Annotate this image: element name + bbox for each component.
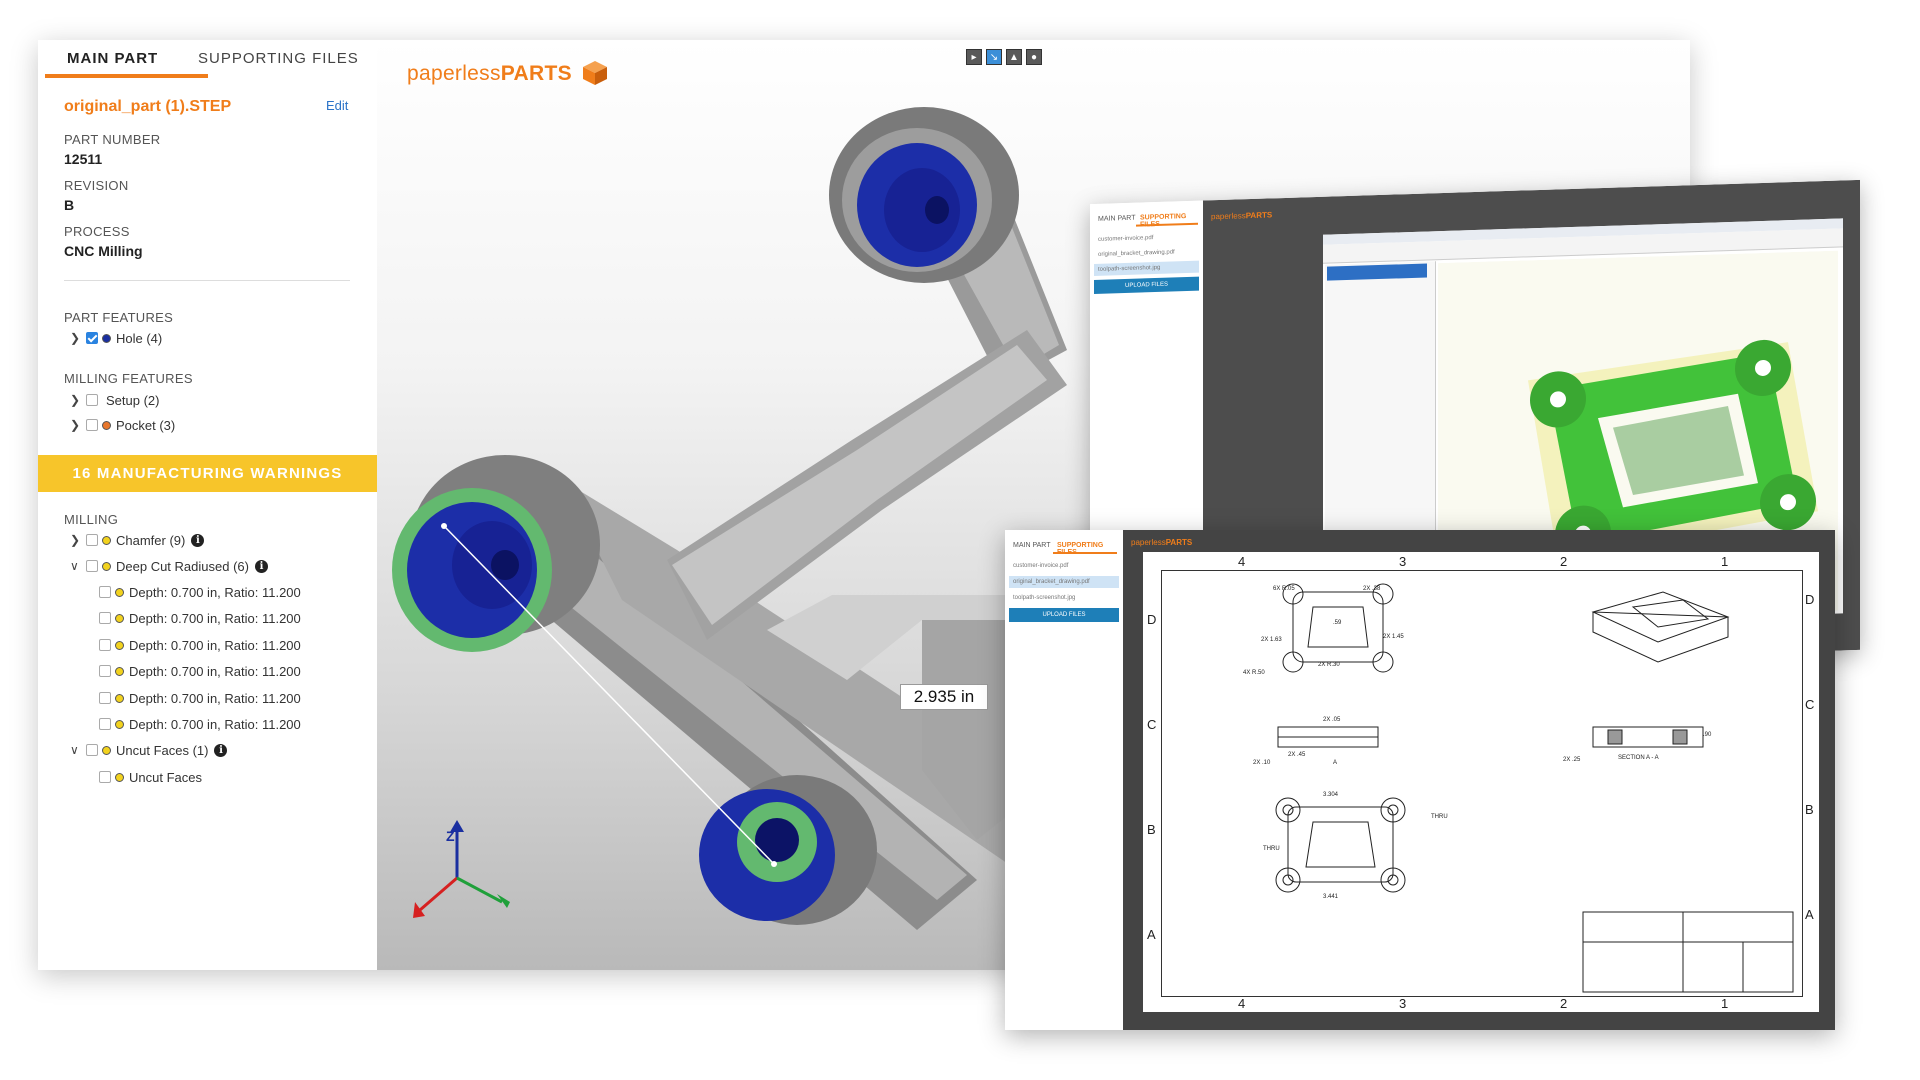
depth-row[interactable]: Depth: 0.700 in, Ratio: 11.200 <box>95 608 301 628</box>
cam-tab-main[interactable]: MAIN PART <box>1098 215 1135 223</box>
drawing-file-item[interactable]: toolpath-screenshot.jpg <box>1009 592 1119 604</box>
depth-color-dot <box>115 719 124 729</box>
pocket-checkbox[interactable] <box>86 419 98 431</box>
z-axis-label: Z <box>446 828 455 844</box>
depth-color-dot <box>115 587 124 597</box>
depth-checkbox[interactable] <box>99 639 111 651</box>
depth-label: Depth: 0.700 in, Ratio: 11.200 <box>129 716 301 732</box>
depth-label: Depth: 0.700 in, Ratio: 11.200 <box>129 610 301 626</box>
drawing-window: MAIN PART SUPPORTING FILES customer-invo… <box>1005 530 1835 1030</box>
part-number-value: 12511 <box>64 151 103 167</box>
uncut-child-row[interactable]: Uncut Faces <box>95 767 202 787</box>
depth-color-dot <box>115 613 124 623</box>
info-icon[interactable]: i <box>214 743 228 757</box>
uncut-checkbox[interactable] <box>86 744 98 756</box>
drawing-tab-main[interactable]: MAIN PART <box>1013 542 1050 549</box>
drawing-views <box>1275 583 1794 993</box>
revision-value: B <box>64 197 75 213</box>
tab-main-part[interactable]: MAIN PART <box>67 50 158 67</box>
depth-row[interactable]: Depth: 0.700 in, Ratio: 11.200 <box>95 688 301 708</box>
pocket-color-dot <box>102 420 111 430</box>
setup-label: Setup (2) <box>106 392 160 408</box>
divider <box>64 280 350 281</box>
deep-cut-label: Deep Cut Radiused (6) <box>116 558 249 574</box>
chamfer-label: Chamfer (9) <box>116 532 186 548</box>
uncut-child-label: Uncut Faces <box>129 769 202 785</box>
tab-bar: MAIN PART SUPPORTING FILES <box>38 40 377 78</box>
chamfer-checkbox[interactable] <box>86 534 98 546</box>
depth-label: Depth: 0.700 in, Ratio: 11.200 <box>129 663 301 679</box>
cam-file-item[interactable]: customer-invoice.pdf <box>1094 231 1199 246</box>
milling-features-label: MILLING FEATURES <box>64 371 193 386</box>
chevron-down-icon[interactable]: ∨ <box>70 559 82 573</box>
x-axis <box>419 876 458 912</box>
chevron-right-icon[interactable]: ❯ <box>70 331 82 345</box>
cam-file-item[interactable]: toolpath-screenshot.jpg <box>1094 260 1199 276</box>
chevron-right-icon[interactable]: ❯ <box>70 393 82 407</box>
depth-checkbox[interactable] <box>99 665 111 677</box>
uncut-child-checkbox[interactable] <box>99 771 111 783</box>
drawing-file-item[interactable]: customer-invoice.pdf <box>1009 560 1119 572</box>
process-label: PROCESS <box>64 224 130 239</box>
drawing-preview-frame: paperlessPARTS 4 3 2 1 4 3 2 1 D C B A D… <box>1123 530 1835 1030</box>
depth-row[interactable]: Depth: 0.700 in, Ratio: 11.200 <box>95 582 301 602</box>
chevron-right-icon[interactable]: ❯ <box>70 533 82 547</box>
part-features-label: PART FEATURES <box>64 310 174 325</box>
depth-checkbox[interactable] <box>99 586 111 598</box>
y-axis <box>456 876 503 904</box>
setup-checkbox[interactable] <box>86 394 98 406</box>
uncut-label: Uncut Faces (1) <box>116 742 209 758</box>
hole-checkbox[interactable] <box>86 332 98 344</box>
hole-color-dot <box>102 333 111 343</box>
part-filename: original_part (1).STEP <box>64 98 232 115</box>
chevron-right-icon[interactable]: ❯ <box>70 418 82 432</box>
warning-row-uncut[interactable]: ∨ Uncut Faces (1) i <box>70 740 228 760</box>
measurement-label: 2.935 in <box>900 684 988 710</box>
chevron-down-icon[interactable]: ∨ <box>70 743 82 757</box>
tab-supporting-files[interactable]: SUPPORTING FILES <box>198 50 359 67</box>
deep-cut-color-dot <box>102 561 111 571</box>
cam-file-item[interactable]: original_bracket_drawing.pdf <box>1094 246 1199 261</box>
cam-logo: paperlessPARTS <box>1211 210 1273 222</box>
warning-row-deep-cut[interactable]: ∨ Deep Cut Radiused (6) i <box>70 556 268 576</box>
part-info-panel: MAIN PART SUPPORTING FILES original_part… <box>38 40 377 970</box>
deep-cut-checkbox[interactable] <box>86 560 98 572</box>
drawing-upload-button[interactable]: UPLOAD FILES <box>1009 608 1119 622</box>
depth-row[interactable]: Depth: 0.700 in, Ratio: 11.200 <box>95 635 301 655</box>
drawing-logo: paperlessPARTS <box>1131 538 1193 547</box>
depth-checkbox[interactable] <box>99 692 111 704</box>
drawing-file-item[interactable]: original_bracket_drawing.pdf <box>1009 576 1119 588</box>
depth-label: Depth: 0.700 in, Ratio: 11.200 <box>129 584 301 600</box>
drawing-file-sidebar: MAIN PART SUPPORTING FILES customer-invo… <box>1005 530 1123 1030</box>
uncut-color-dot <box>102 745 111 755</box>
depth-color-dot <box>115 640 124 650</box>
depth-checkbox[interactable] <box>99 612 111 624</box>
depth-row[interactable]: Depth: 0.700 in, Ratio: 11.200 <box>95 714 301 734</box>
uncut-child-color-dot <box>115 772 124 782</box>
revision-label: REVISION <box>64 178 129 193</box>
manufacturing-warnings-banner[interactable]: 16 MANUFACTURING WARNINGS <box>38 455 377 492</box>
depth-label: Depth: 0.700 in, Ratio: 11.200 <box>129 690 301 706</box>
cam-upload-button[interactable]: UPLOAD FILES <box>1094 276 1199 294</box>
depth-color-dot <box>115 693 124 703</box>
depth-label: Depth: 0.700 in, Ratio: 11.200 <box>129 637 301 653</box>
part-number-label: PART NUMBER <box>64 132 161 147</box>
feature-row-pocket[interactable]: ❯ Pocket (3) <box>70 415 175 435</box>
info-icon[interactable]: i <box>191 533 205 547</box>
depth-checkbox[interactable] <box>99 718 111 730</box>
pocket-label: Pocket (3) <box>116 417 176 433</box>
depth-row[interactable]: Depth: 0.700 in, Ratio: 11.200 <box>95 661 301 681</box>
hole-label: Hole (4) <box>116 330 163 346</box>
feature-row-hole[interactable]: ❯ Hole (4) <box>70 328 162 348</box>
chamfer-color-dot <box>102 535 111 545</box>
depth-color-dot <box>115 666 124 676</box>
engineering-drawing-sheet: 4 3 2 1 4 3 2 1 D C B A D C B A 6X R.05 … <box>1143 552 1819 1012</box>
edit-link[interactable]: Edit <box>326 98 348 113</box>
info-icon[interactable]: i <box>254 559 268 573</box>
milling-label: MILLING <box>64 512 119 527</box>
active-tab-indicator <box>45 74 208 78</box>
feature-row-setup[interactable]: ❯ Setup (2) <box>70 390 159 410</box>
warning-row-chamfer[interactable]: ❯ Chamfer (9) i <box>70 530 205 550</box>
process-value: CNC Milling <box>64 243 143 259</box>
